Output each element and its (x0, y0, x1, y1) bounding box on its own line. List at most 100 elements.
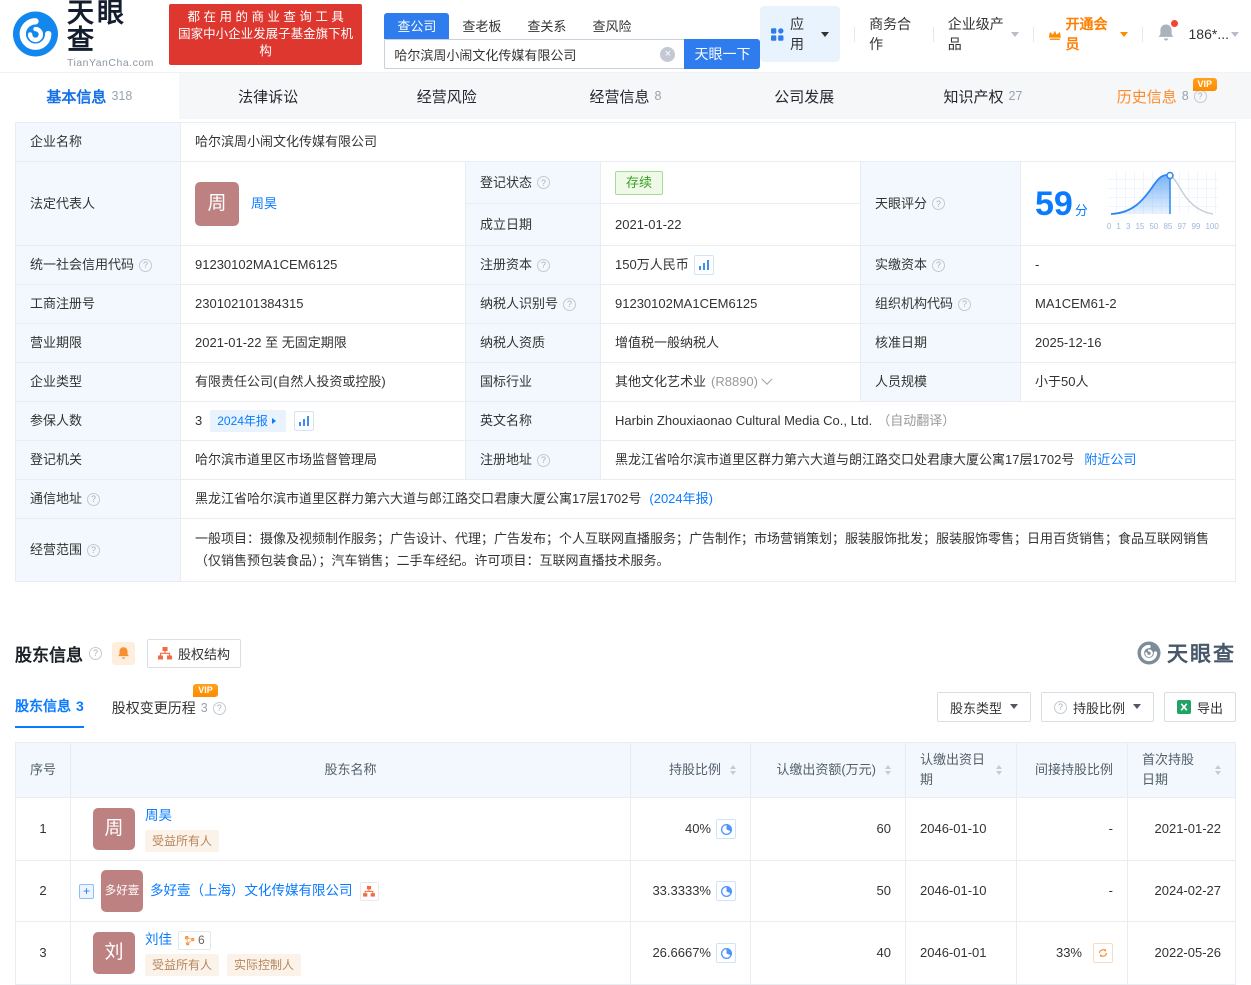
est-date-label: 成立日期 (466, 204, 601, 245)
tab-operating-risk[interactable]: 经营风险 (357, 73, 536, 119)
sort-control[interactable] (885, 765, 891, 775)
shareholders-table: 序号 股东名称 持股比例 认缴出资额(万元) 认缴出资日期 间接持股比例 首次持… (15, 742, 1236, 985)
help-icon[interactable] (958, 298, 971, 311)
clear-search-icon[interactable] (660, 47, 675, 62)
row-no: 2 (16, 861, 71, 921)
shareholder-name-cell: 多好壹 多好壹（上海）文化传媒有限公司 (71, 861, 631, 921)
reg-status-cell: 存续 (601, 162, 860, 203)
tab-ip[interactable]: 知识产权 27 (894, 73, 1073, 119)
search-tab-boss[interactable]: 查老板 (449, 13, 514, 39)
annual-report-badge[interactable]: 2024年报 (210, 410, 286, 432)
expand-button[interactable] (79, 884, 94, 899)
help-icon[interactable] (932, 197, 945, 210)
business-term-label: 营业期限 (16, 324, 181, 362)
monitor-bell-button[interactable] (112, 642, 135, 665)
relations-badge[interactable]: 6 (178, 931, 211, 950)
bell-curve-chart (1107, 170, 1219, 216)
account-menu[interactable]: 186*... (1189, 26, 1239, 42)
amount-cell: 50 (751, 861, 906, 921)
help-icon[interactable] (213, 702, 226, 715)
annual-report-label: 2024年报 (217, 411, 268, 431)
tab-label: 法律诉讼 (238, 86, 298, 107)
search-tab-relation[interactable]: 查关系 (514, 13, 579, 39)
legal-rep-avatar[interactable]: 周 (195, 182, 239, 226)
tianyancha-logo[interactable]: 天眼查 TianYanCha.com (12, 0, 155, 68)
nearby-companies-link[interactable]: 附近公司 (1084, 450, 1136, 470)
reg-capital-cell: 150万人民币 (601, 246, 861, 284)
sub-date-cell: 2046-01-10 (906, 798, 1017, 860)
col-header-no: 序号 (16, 743, 71, 797)
chevron-down-icon (1231, 32, 1239, 41)
taxpayer-id-value: 91230102MA1CEM6125 (601, 285, 861, 323)
table-header-row: 序号 股东名称 持股比例 认缴出资额(万元) 认缴出资日期 间接持股比例 首次持… (16, 743, 1235, 797)
indirect-holding-icon[interactable] (1093, 943, 1113, 963)
sort-control[interactable] (1215, 765, 1221, 775)
help-icon[interactable] (1194, 90, 1207, 103)
help-icon[interactable] (932, 259, 945, 272)
shareholder-avatar[interactable]: 刘 (93, 932, 135, 974)
help-icon[interactable] (563, 298, 576, 311)
shareholder-name-cell: 周 周昊 受益所有人 (71, 798, 631, 860)
vip-badge: VIP (1193, 78, 1218, 91)
sort-control[interactable] (730, 765, 736, 775)
shareholder-name-link[interactable]: 多好壹（上海）文化传媒有限公司 (150, 881, 353, 901)
tab-count: 27 (1009, 89, 1023, 103)
tab-operating-info[interactable]: 经营信息 8 (536, 73, 715, 119)
reg-number-label: 工商注册号 (16, 285, 181, 323)
help-icon[interactable] (537, 454, 550, 467)
help-icon[interactable] (139, 259, 152, 272)
tab-company-development[interactable]: 公司发展 (715, 73, 894, 119)
help-icon[interactable] (537, 176, 550, 189)
search-button[interactable]: 天眼一下 (684, 39, 760, 69)
annual-report-link[interactable]: (2024年报) (649, 489, 713, 509)
pie-chart-icon[interactable] (716, 943, 736, 963)
tab-label: 经营风险 (417, 86, 477, 107)
vip-label: 开通会员 (1065, 14, 1113, 54)
shareholder-avatar[interactable]: 多好壹 (101, 870, 143, 912)
export-button[interactable]: 导出 (1164, 692, 1236, 722)
company-name-label: 企业名称 (16, 123, 181, 161)
reg-address-label: 注册地址 (480, 450, 532, 470)
apps-menu[interactable]: 应用 (760, 6, 840, 62)
holding-ratio-filter[interactable]: 持股比例 (1041, 692, 1154, 722)
equity-structure-icon[interactable] (360, 882, 379, 901)
beneficial-owner-tag[interactable]: 受益所有人 (145, 830, 219, 852)
insured-trend-icon[interactable] (294, 411, 314, 431)
sort-control[interactable] (996, 765, 1002, 775)
shareholder-name-link[interactable]: 周昊 (145, 806, 219, 826)
shareholder-type-filter[interactable]: 股东类型 (937, 692, 1031, 722)
help-icon[interactable] (87, 493, 100, 506)
beneficial-owner-tag[interactable]: 受益所有人 (145, 954, 219, 976)
business-term-value: 2021-01-22 至 无固定期限 (181, 324, 466, 362)
shareholder-avatar[interactable]: 周 (93, 808, 135, 850)
shareholder-name-link[interactable]: 刘佳 (145, 930, 172, 950)
tab-equity-change-history[interactable]: VIP 股权变更历程 3 (112, 698, 226, 728)
business-scope-label: 经营范围 (30, 540, 82, 560)
col-header-label: 首次持股日期 (1142, 750, 1206, 790)
capital-trend-icon[interactable] (694, 255, 714, 275)
search-tab-risk[interactable]: 查风险 (579, 13, 644, 39)
legal-rep-link[interactable]: 周昊 (251, 194, 277, 214)
reg-address-label-cell: 注册地址 (466, 441, 601, 479)
tab-history-info[interactable]: VIP 历史信息 8 (1072, 73, 1251, 119)
nav-open-vip[interactable]: 开通会员 (1048, 14, 1128, 54)
search-tab-company[interactable]: 查公司 (384, 13, 449, 39)
score-value[interactable]: 59分 (1035, 187, 1088, 221)
chevron-down-icon[interactable] (761, 374, 772, 385)
tab-shareholder-info[interactable]: 股东信息 3 (15, 696, 84, 728)
notifications-bell[interactable] (1157, 23, 1175, 45)
pie-chart-icon[interactable] (716, 881, 736, 901)
help-icon[interactable] (89, 647, 102, 660)
nav-cooperation[interactable]: 商务合作 (869, 14, 919, 54)
enterprise-label: 企业级产品 (948, 14, 1009, 54)
pie-chart-icon[interactable] (716, 819, 736, 839)
help-icon[interactable] (537, 259, 550, 272)
equity-structure-button[interactable]: 股权结构 (147, 639, 241, 668)
tab-legal[interactable]: 法律诉讼 (179, 73, 358, 119)
actual-controller-tag[interactable]: 实际控制人 (227, 954, 301, 976)
tab-basic-info[interactable]: 基本信息 318 (0, 73, 179, 119)
insured-count: 3 (195, 411, 202, 431)
search-input[interactable] (394, 47, 660, 62)
help-icon[interactable] (87, 544, 100, 557)
nav-enterprise[interactable]: 企业级产品 (948, 14, 1019, 54)
